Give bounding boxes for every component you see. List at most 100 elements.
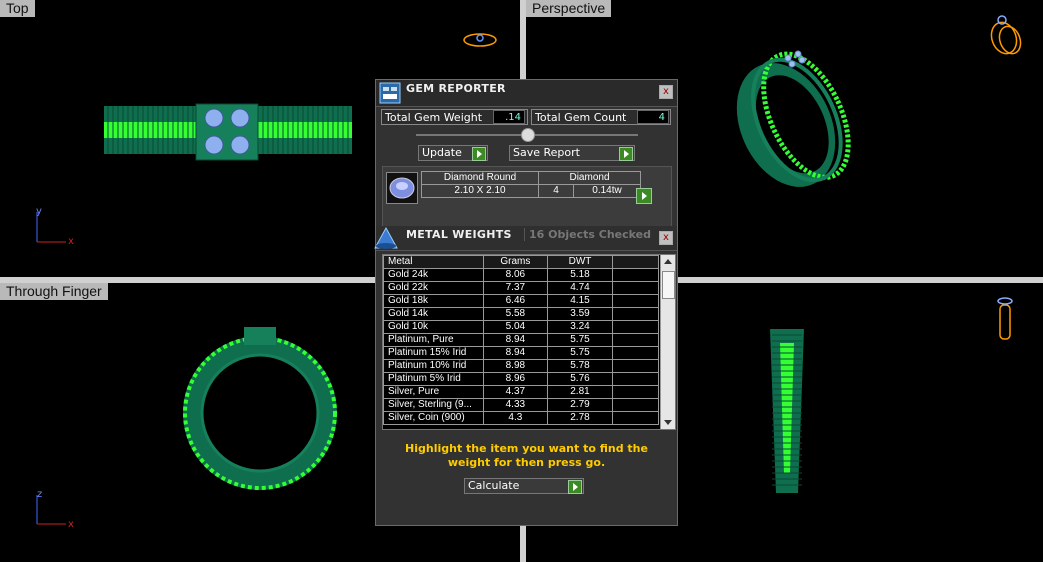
table-row[interactable]: Gold 10k 5.04 3.24 (383, 320, 660, 334)
report-slider-handle[interactable] (521, 128, 535, 142)
metal-empty-cell (611, 398, 660, 412)
col-header-metal[interactable]: Metal (383, 255, 484, 269)
metal-grams: 6.46 (482, 294, 549, 308)
metal-table-container[interactable]: Metal Grams DWT Gold 24k 8.06 5.18 Gold 22k… (382, 254, 676, 430)
metal-grams: 8.94 (482, 333, 549, 347)
metal-empty-cell (611, 333, 660, 347)
ring-side-view (770, 329, 804, 493)
gem-setting-top (195, 103, 259, 161)
gem-reporter-titlebar[interactable]: GEM REPORTER x (376, 80, 677, 107)
metal-empty-cell (611, 372, 660, 386)
table-row[interactable]: Silver, Coin (900) 4.3 2.78 (383, 411, 660, 425)
metal-empty-cell (611, 411, 660, 425)
metal-grams: 5.04 (482, 320, 549, 334)
table-row[interactable]: Silver, Pure 4.37 2.81 (383, 385, 660, 399)
table-row[interactable]: Silver, Sterling (9... 4.33 2.79 (383, 398, 660, 412)
scroll-up-icon[interactable] (664, 259, 672, 264)
ring-preview-icon-side (997, 297, 1013, 340)
total-gem-count-value: 4 (637, 110, 669, 124)
metal-name: Silver, Coin (900) (383, 411, 484, 425)
metal-name: Platinum, Pure (383, 333, 484, 347)
metal-name: Silver, Sterling (9... (383, 398, 484, 412)
gem-reporter-icon (379, 82, 401, 104)
metal-dwt: 5.75 (547, 333, 613, 347)
gem-reporter-title: GEM REPORTER (406, 82, 506, 95)
metal-dwt: 2.81 (547, 385, 613, 399)
gem-type: Diamond (538, 171, 641, 185)
table-row[interactable]: Gold 24k 8.06 5.18 (383, 268, 660, 282)
table-row[interactable]: Platinum 15% Irid 8.94 5.75 (383, 346, 660, 360)
metal-name: Gold 22k (383, 281, 484, 295)
metal-name: Platinum 10% Irid (383, 359, 484, 373)
metal-grams: 4.37 (482, 385, 549, 399)
metal-dwt: 4.74 (547, 281, 613, 295)
metal-name: Gold 18k (383, 294, 484, 308)
update-play-icon (472, 147, 486, 161)
scroll-thumb[interactable] (662, 271, 675, 299)
metal-grams: 4.3 (482, 411, 549, 425)
metal-empty-cell (611, 294, 660, 308)
col-header-dwt[interactable]: DWT (547, 255, 613, 269)
metal-dwt: 2.79 (547, 398, 613, 412)
gem-reporter-close-button[interactable]: x (659, 85, 673, 99)
objects-checked-status: 16 Objects Checked (524, 228, 651, 241)
metal-grams: 4.33 (482, 398, 549, 412)
total-gem-weight-value: .14 (493, 110, 525, 124)
calculate-button[interactable]: Calculate (464, 478, 584, 494)
gem-row-go-button[interactable] (636, 188, 652, 204)
col-header-grams[interactable]: Grams (482, 255, 549, 269)
gems-perspective (784, 50, 806, 68)
table-row[interactable]: Platinum 5% Irid 8.96 5.76 (383, 372, 660, 386)
metal-name: Gold 10k (383, 320, 484, 334)
metal-grams: 5.58 (482, 307, 549, 321)
update-button-label: Update (422, 146, 462, 159)
diamond-round-icon (386, 172, 418, 204)
metal-empty-cell (611, 281, 660, 295)
metal-empty-cell (611, 268, 660, 282)
metal-empty-cell (611, 385, 660, 399)
metal-name: Platinum 15% Irid (383, 346, 484, 360)
gem-row-table: Diamond Round Diamond 2.10 X 2.10 4 0.14… (421, 171, 641, 198)
metal-dwt: 3.59 (547, 307, 613, 321)
metal-grams: 8.98 (482, 359, 549, 373)
save-report-button[interactable]: Save Report (509, 145, 635, 161)
table-row[interactable]: Platinum, Pure 8.94 5.75 (383, 333, 660, 347)
metal-weights-titlebar[interactable]: METAL WEIGHTS 16 Objects Checked x (374, 226, 677, 251)
metal-grams: 8.94 (482, 346, 549, 360)
metal-dwt: 5.75 (547, 346, 613, 360)
update-button[interactable]: Update (418, 145, 488, 161)
metal-grams: 7.37 (482, 281, 549, 295)
gem-reporter-panel: GEM REPORTER x Total Gem Weight .14 Tota… (374, 79, 678, 526)
metal-weights-table: Metal Grams DWT Gold 24k 8.06 5.18 Gold 22k… (383, 255, 660, 425)
metal-dwt: 5.18 (547, 268, 613, 282)
calculate-play-icon (568, 480, 582, 494)
save-report-play-icon (619, 147, 633, 161)
gem-shape: Diamond Round (421, 171, 539, 185)
col-header-empty (611, 255, 660, 269)
metal-empty-cell (611, 320, 660, 334)
table-row[interactable]: Platinum 10% Irid 8.98 5.78 (383, 359, 660, 373)
metal-grams: 8.06 (482, 268, 549, 282)
metal-dwt: 2.78 (547, 411, 613, 425)
metal-name: Gold 14k (383, 307, 484, 321)
metal-dwt: 4.15 (547, 294, 613, 308)
gem-count: 4 (538, 184, 574, 198)
metal-dwt: 3.24 (547, 320, 613, 334)
gem-list-row[interactable]: Diamond Round Diamond 2.10 X 2.10 4 0.14… (385, 171, 652, 205)
gem-list: Diamond Round Diamond 2.10 X 2.10 4 0.14… (382, 166, 672, 228)
axis-x-label: x (68, 236, 74, 247)
ring-front-view (183, 327, 337, 490)
ring-preview-icon-perspective (990, 15, 1022, 55)
scroll-down-icon[interactable] (664, 420, 672, 425)
table-row[interactable]: Gold 22k 7.37 4.74 (383, 281, 660, 295)
metal-weights-icon (374, 226, 398, 249)
table-row[interactable]: Gold 14k 5.58 3.59 (383, 307, 660, 321)
metal-dwt: 5.78 (547, 359, 613, 373)
metal-table-scrollbar[interactable] (660, 255, 675, 429)
axis-y-label: y (36, 206, 42, 217)
metal-empty-cell (611, 346, 660, 360)
table-row[interactable]: Gold 18k 6.46 4.15 (383, 294, 660, 308)
axis-x-label-front: x (68, 519, 74, 530)
metal-weights-close-button[interactable]: x (659, 231, 673, 245)
calculate-button-label: Calculate (468, 479, 520, 492)
